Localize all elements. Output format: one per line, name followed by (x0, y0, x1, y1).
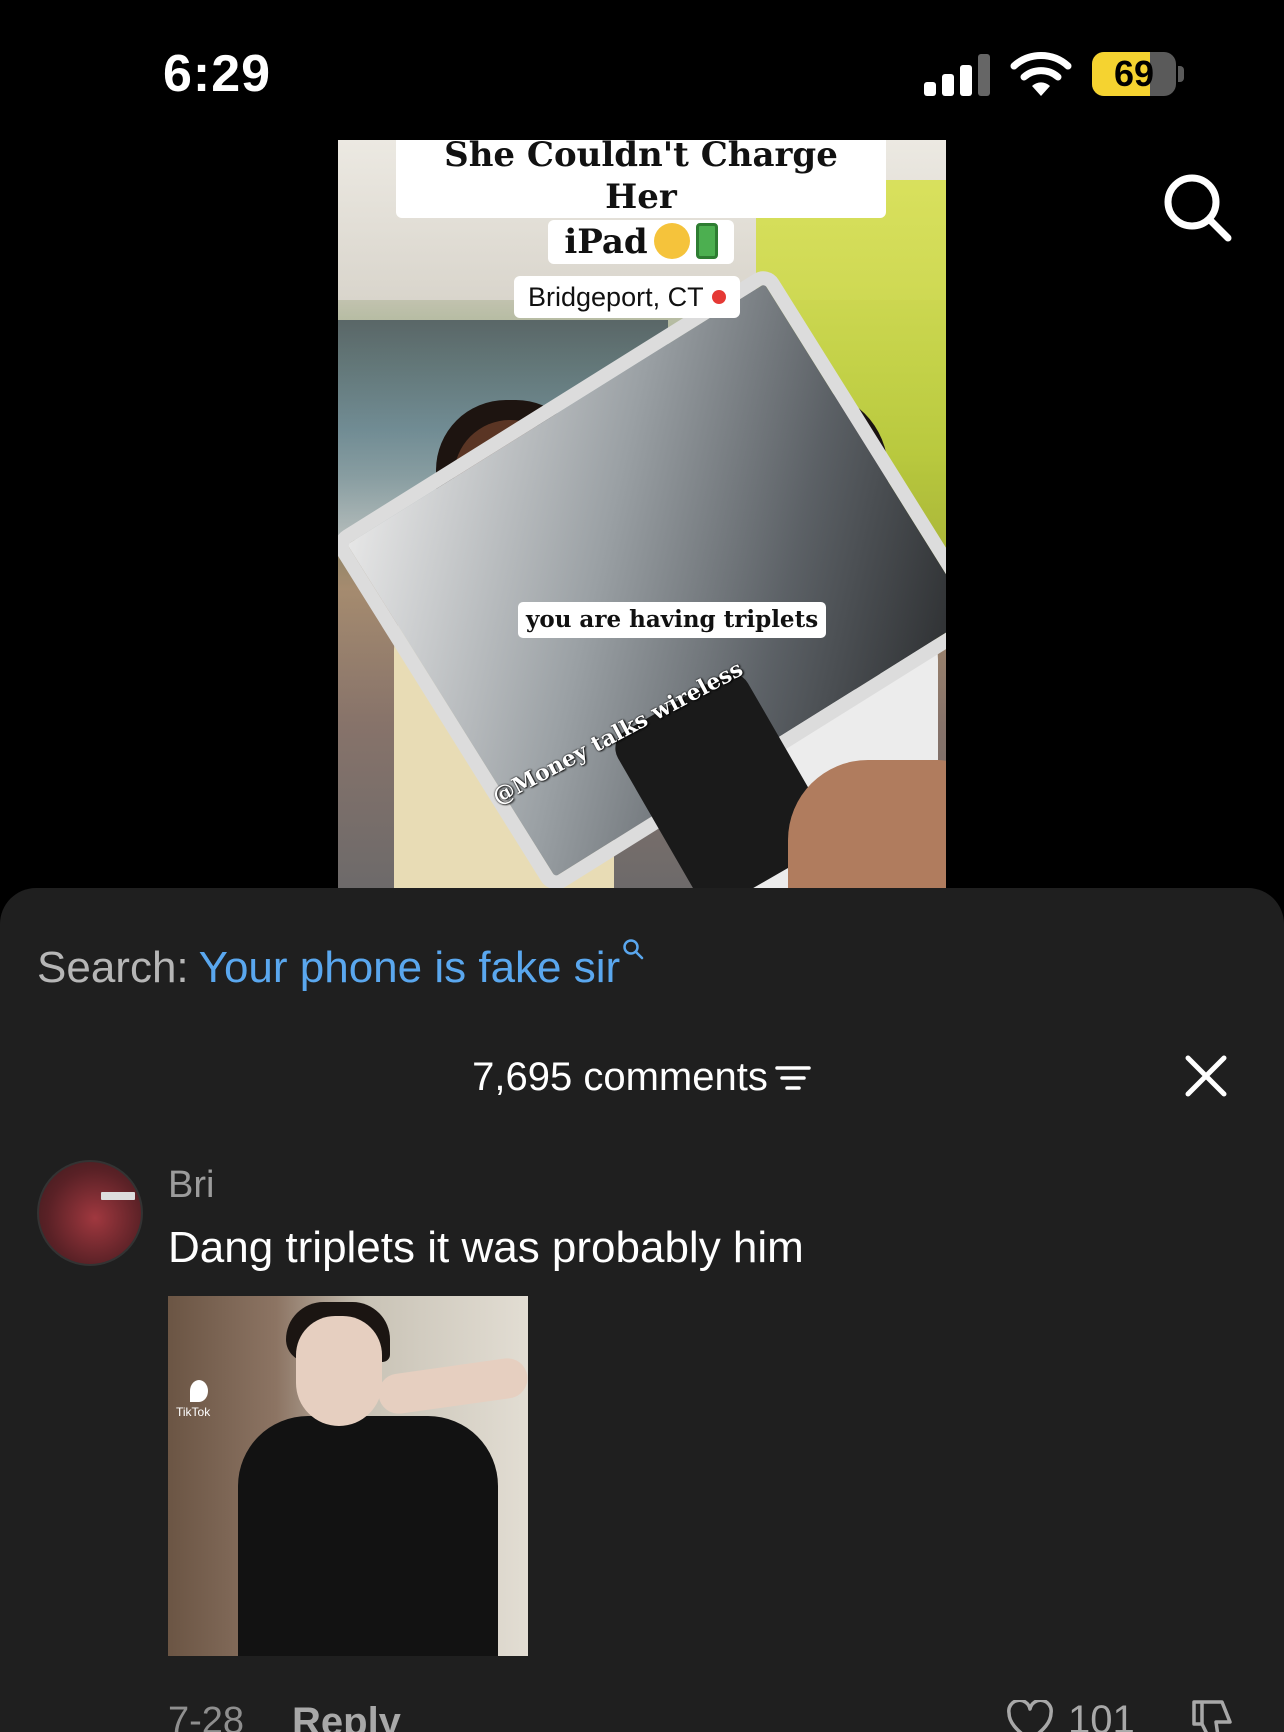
search-label: Search: (37, 943, 189, 992)
battery-emoji-icon (695, 223, 718, 259)
search-icon[interactable] (1162, 172, 1234, 244)
signal-bars-icon (924, 54, 990, 96)
filter-icon[interactable] (774, 1063, 812, 1093)
location-caption: Bridgeport, CT (514, 276, 740, 318)
tiktok-logo-icon: TikTok (176, 1380, 210, 1418)
battery-percent: 69 (1113, 53, 1155, 94)
shocked-face-emoji-icon (653, 223, 690, 259)
related-search[interactable]: Search: Your phone is fake sir (37, 938, 644, 996)
comments-sheet: Search: Your phone is fake sir 7,695 comm… (0, 888, 1284, 1732)
comment-date: 7-28 (168, 1700, 245, 1732)
video-player[interactable]: She Couldn't Charge Her iPad Bridgeport,… (338, 140, 946, 888)
comment-text: Dang triplets it was probably him (168, 1223, 804, 1272)
pin-emoji-icon (711, 290, 726, 304)
heart-icon[interactable] (1006, 1700, 1054, 1732)
comment-count: 7,695 comments (472, 1055, 768, 1099)
wifi-icon (1010, 52, 1072, 96)
battery-indicator: 69 (1092, 52, 1184, 96)
close-icon[interactable] (1184, 1054, 1228, 1098)
status-time: 6:29 (163, 45, 272, 103)
video-subtitle: you are having triplets (518, 602, 827, 638)
dislike-icon[interactable] (1186, 1696, 1238, 1732)
avatar[interactable] (37, 1160, 143, 1266)
search-icon (623, 939, 644, 960)
comment-image[interactable]: TikTok (168, 1296, 528, 1656)
comment-count-header: 7,695 comments (0, 1052, 1284, 1102)
reply-button[interactable]: Reply (292, 1700, 401, 1732)
video-title-caption: She Couldn't Charge Her iPad (396, 140, 886, 264)
like-count: 101 (1068, 1698, 1135, 1732)
search-query-link[interactable]: Your phone is fake sir (199, 943, 621, 992)
comment-author[interactable]: Bri (168, 1164, 214, 1207)
